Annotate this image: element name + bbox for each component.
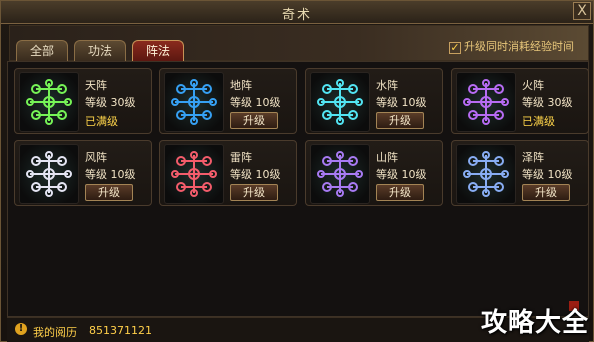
title-bar: 奇术 X — [1, 1, 593, 24]
formation-card: 山阵等级 10级升级 — [305, 140, 443, 206]
max-level-label: 已满级 — [85, 115, 118, 128]
formation-card: 雷阵等级 10级升级 — [159, 140, 297, 206]
upgrade-button[interactable]: 升级 — [230, 112, 278, 129]
formation-icon — [310, 72, 370, 132]
experience-label: 我的阅历 — [33, 326, 77, 339]
upgrade-button[interactable]: 升级 — [376, 184, 424, 201]
formation-grid: 天阵 等级 30级 已满级 地阵 等级 10级 升级 水阵 等级 10级 升级 火阵 等级 30级已… — [7, 61, 589, 317]
formation-level: 等级 10级 — [376, 96, 427, 109]
tab-formations[interactable]: 阵法 — [132, 40, 184, 62]
qishu-window: 奇术 X 全部 功法 阵法 ✓ 升级同时消耗经验时间 天阵 等级 30级 已满级 地阵等… — [0, 0, 594, 342]
info-icon: ! — [15, 323, 27, 335]
formation-icon — [456, 72, 516, 132]
formation-card: 水阵等级 10级升级 — [305, 68, 443, 134]
formation-icon — [310, 144, 370, 204]
formation-icon — [19, 144, 79, 204]
formation-card: 泽阵等级 10级升级 — [451, 140, 589, 206]
formation-card: 风阵等级 10级升级 — [14, 140, 152, 206]
formation-icon — [164, 72, 224, 132]
close-button[interactable]: X — [573, 2, 591, 20]
formation-name: 火阵 — [522, 79, 544, 92]
upgrade-button[interactable]: 升级 — [230, 184, 278, 201]
upgrade-button[interactable]: 升级 — [522, 184, 570, 201]
formation-level: 等级 10级 — [230, 96, 281, 109]
formation-name: 山阵 — [376, 151, 398, 164]
formation-card: 地阵等级 10级升级 — [159, 68, 297, 134]
upgrade-button[interactable]: 升级 — [85, 184, 133, 201]
formation-icon — [456, 144, 516, 204]
formation-card: 火阵等级 30级 已满级 — [451, 68, 589, 134]
watermark-logo: 攻略大全 — [480, 308, 589, 338]
formation-level: 等级 10级 — [230, 168, 281, 181]
formation-level: 等级 30级 — [85, 96, 136, 109]
formation-name: 天阵 — [85, 79, 107, 92]
experience-value: 851371121 — [89, 324, 152, 337]
formation-name: 泽阵 — [522, 151, 544, 164]
formation-icon — [164, 144, 224, 204]
upgrade-button[interactable]: 升级 — [376, 112, 424, 129]
formation-name: 地阵 — [230, 79, 252, 92]
tab-all[interactable]: 全部 — [16, 40, 68, 62]
formation-name: 雷阵 — [230, 151, 252, 164]
formation-card: 天阵等级 30级 已满级 — [14, 68, 152, 134]
tab-bar: 全部 功法 阵法 ✓ 升级同时消耗经验时间 — [9, 25, 589, 62]
max-level-label: 已满级 — [522, 115, 555, 128]
checkbox-icon[interactable]: ✓ — [449, 42, 461, 54]
tab-skills[interactable]: 功法 — [74, 40, 126, 62]
formation-level: 等级 10级 — [376, 168, 427, 181]
formation-level: 等级 10级 — [85, 168, 136, 181]
formation-level: 等级 10级 — [522, 168, 573, 181]
window-title: 奇术 — [281, 8, 312, 23]
formation-icon — [19, 72, 79, 132]
formation-name: 风阵 — [85, 151, 107, 164]
upgrade-option-label: 升级同时消耗经验时间 — [464, 40, 574, 53]
upgrade-option[interactable]: ✓ 升级同时消耗经验时间 — [449, 38, 574, 54]
formation-level: 等级 30级 — [522, 96, 573, 109]
formation-name: 水阵 — [376, 79, 398, 92]
